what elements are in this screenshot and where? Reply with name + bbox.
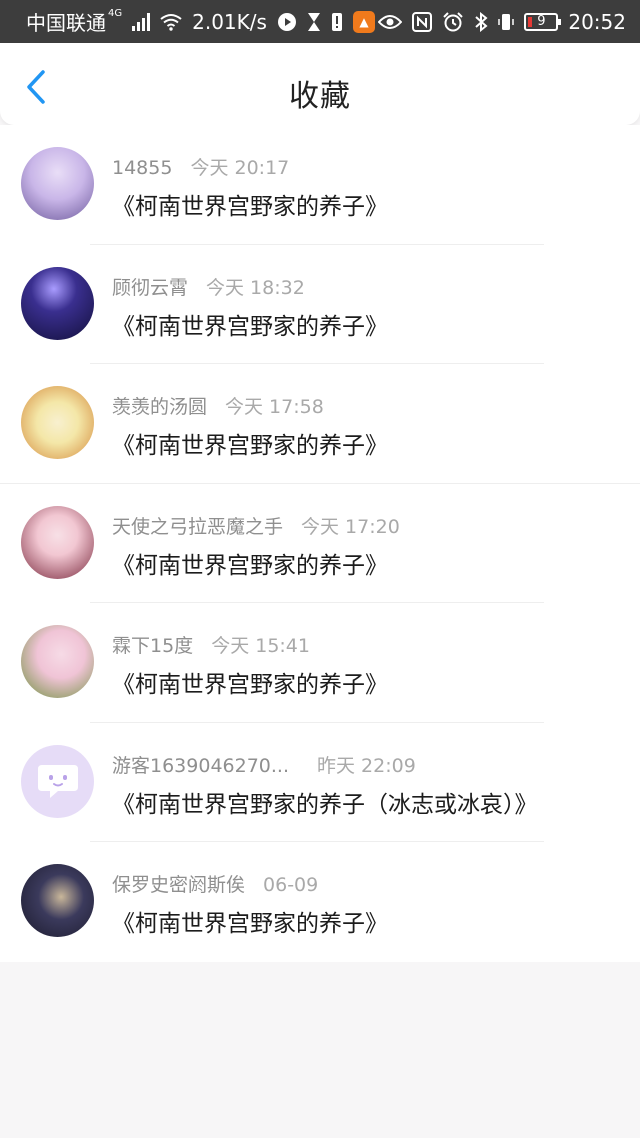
- username: 游客1639046270...: [112, 754, 290, 777]
- avatar: [21, 505, 94, 579]
- avatar: [21, 386, 94, 459]
- timestamp: 今天 17:58: [225, 396, 324, 418]
- book-title: 《柯南世界宫野家的养子》: [112, 911, 388, 937]
- avatar: [21, 864, 94, 937]
- favorite-item[interactable]: 天使之弓拉恶魔之手 今天 17:20 《柯南世界宫野家的养子》: [0, 484, 640, 603]
- network-speed: 2.01K/s: [192, 9, 267, 34]
- timestamp: 06-09: [263, 874, 319, 896]
- timestamp: 今天 15:41: [211, 635, 310, 657]
- vibrate-icon: [498, 12, 515, 32]
- book-title: 《柯南世界宫野家的养子（冰志或冰哀）》: [112, 791, 538, 818]
- book-title: 《柯南世界宫野家的养子》: [112, 313, 388, 340]
- timestamp: 今天 18:32: [206, 276, 305, 299]
- alarm-icon: [442, 11, 464, 32]
- battery-icon: 9: [524, 12, 562, 31]
- username: 顾彻云霄: [112, 276, 189, 299]
- network-type: 4G: [108, 8, 123, 19]
- play-icon: [277, 12, 297, 32]
- book-title: 《柯南世界宫野家的养子》: [112, 552, 388, 579]
- eye-icon: [378, 14, 403, 30]
- favorite-item[interactable]: 顾彻云霄 今天 18:32 《柯南世界宫野家的养子》: [0, 245, 640, 364]
- username: 保罗史密阏斯俟: [112, 874, 246, 896]
- username: 天使之弓拉恶魔之手: [112, 515, 284, 538]
- avatar: [21, 147, 94, 220]
- username: 14855: [112, 157, 173, 179]
- bluetooth-icon: [474, 11, 488, 32]
- clock: 20:52: [568, 9, 626, 34]
- signal-icon: [132, 12, 151, 31]
- book-title: 《柯南世界宫野家的养子》: [112, 672, 388, 698]
- app-notification-icon: ▲: [352, 10, 375, 33]
- timestamp: 今天 20:17: [190, 157, 290, 179]
- header: 收藏: [0, 43, 640, 125]
- favorite-item[interactable]: 游客1639046270... 昨天 22:09 《柯南世界宫野家的养子（冰志或冰…: [0, 723, 640, 842]
- favorite-item[interactable]: 霖下15度 今天 15:41 《柯南世界宫野家的养子》: [0, 603, 640, 723]
- status-bar-right: 9 20:52: [378, 10, 626, 34]
- battery-level: 9: [537, 14, 546, 29]
- wifi-icon: [160, 13, 182, 31]
- book-title: 《柯南世界宫野家的养子》: [112, 194, 388, 220]
- avatar: [21, 625, 94, 698]
- username: 霖下15度: [112, 635, 194, 657]
- favorite-item[interactable]: 羡羡的汤圆 今天 17:58 《柯南世界宫野家的养子》: [0, 364, 640, 484]
- timestamp: 今天 17:20: [301, 515, 400, 538]
- guest-chat-icon: [37, 765, 78, 798]
- page-title: 收藏: [289, 79, 351, 114]
- status-bar-left: 中国联通 4G 2.01K/s ▲: [26, 7, 375, 36]
- hourglass-icon: [307, 12, 321, 32]
- avatar: [21, 266, 94, 340]
- nfc-icon: [412, 11, 433, 32]
- avatar: [21, 744, 94, 818]
- book-title: 《柯南世界宫野家的养子》: [112, 433, 388, 459]
- carrier-name: 中国联通: [26, 11, 106, 35]
- timestamp: 昨天 22:09: [317, 754, 416, 777]
- favorite-item[interactable]: 保罗史密阏斯俟 06-09 《柯南世界宫野家的养子》: [0, 842, 640, 962]
- favorite-item[interactable]: 14855 今天 20:17 《柯南世界宫野家的养子》: [0, 125, 640, 245]
- status-bar: 中国联通 4G 2.01K/s ▲ 9 20:52: [0, 0, 640, 43]
- username: 羡羡的汤圆: [112, 396, 208, 418]
- alert-icon: [331, 12, 343, 32]
- favorites-list: 14855 今天 20:17 《柯南世界宫野家的养子》 顾彻云霄 今天 18:32 …: [0, 125, 640, 962]
